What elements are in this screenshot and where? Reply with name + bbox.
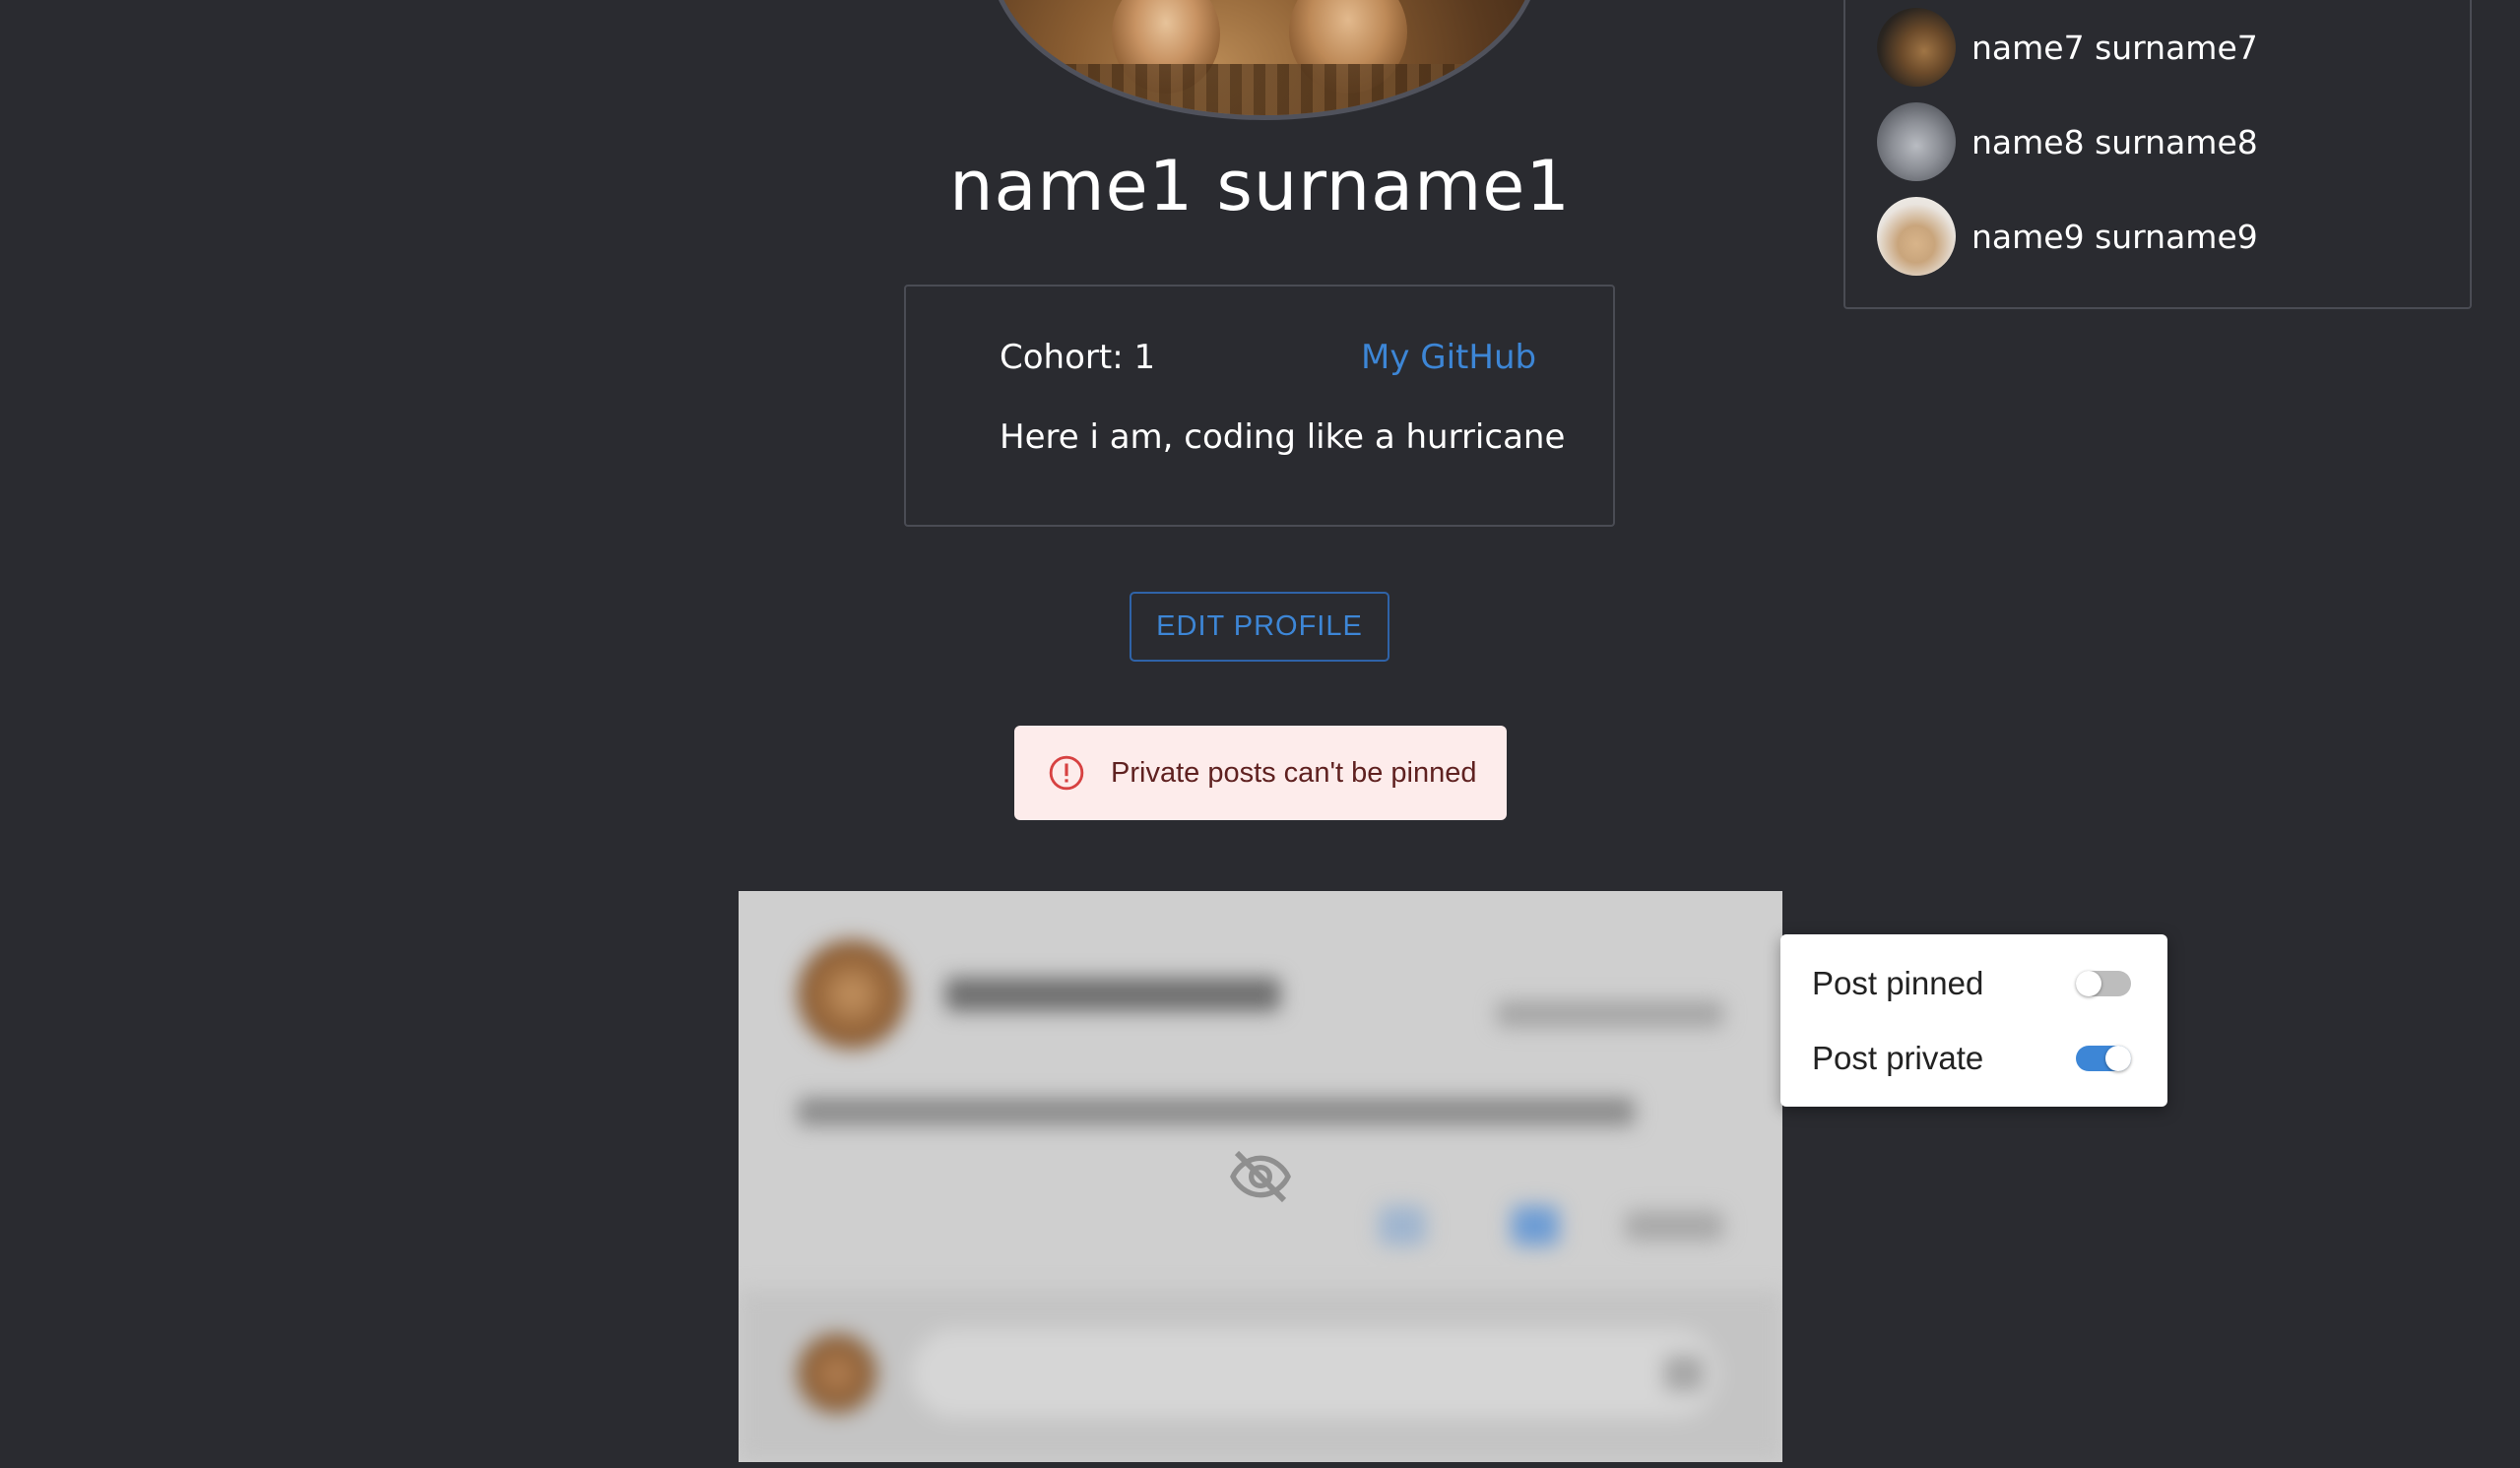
post-pinned-toggle[interactable]: [2076, 968, 2131, 999]
post-private-row[interactable]: Post private: [1812, 1040, 2131, 1077]
avatar: [1877, 197, 1956, 276]
follower-item[interactable]: name7 surname7: [1877, 8, 2258, 87]
error-outline-icon: [1049, 755, 1084, 791]
error-alert: Private posts can't be pinned: [1014, 726, 1507, 820]
github-link[interactable]: My GitHub: [1361, 338, 1536, 377]
follower-name: name7 surname7: [1971, 28, 2258, 67]
profile-bio: Here i am, coding like a hurricane: [1000, 417, 1566, 457]
avatar: [1877, 102, 1956, 181]
post-private-label: Post private: [1812, 1040, 1984, 1076]
follower-name: name9 surname9: [1971, 217, 2258, 256]
profile-avatar: [989, 0, 1540, 120]
profile-info-box: [904, 285, 1615, 527]
post-pinned-label: Post pinned: [1812, 965, 1984, 1001]
cohort-label: Cohort: 1: [1000, 338, 1156, 377]
edit-profile-button[interactable]: EDIT PROFILE: [1130, 592, 1389, 662]
post-private-toggle[interactable]: [2076, 1043, 2131, 1074]
alert-message: Private posts can't be pinned: [1111, 756, 1477, 789]
post-options-menu: [1780, 934, 2167, 1107]
follower-item[interactable]: name8 surname8: [1877, 102, 2258, 181]
follower-item[interactable]: name9 surname9: [1877, 197, 2258, 276]
follower-name: name8 surname8: [1971, 122, 2258, 161]
post-pinned-row[interactable]: Post pinned: [1812, 965, 2131, 1002]
eye-off-icon: [1230, 1150, 1291, 1203]
avatar: [1877, 8, 1956, 87]
